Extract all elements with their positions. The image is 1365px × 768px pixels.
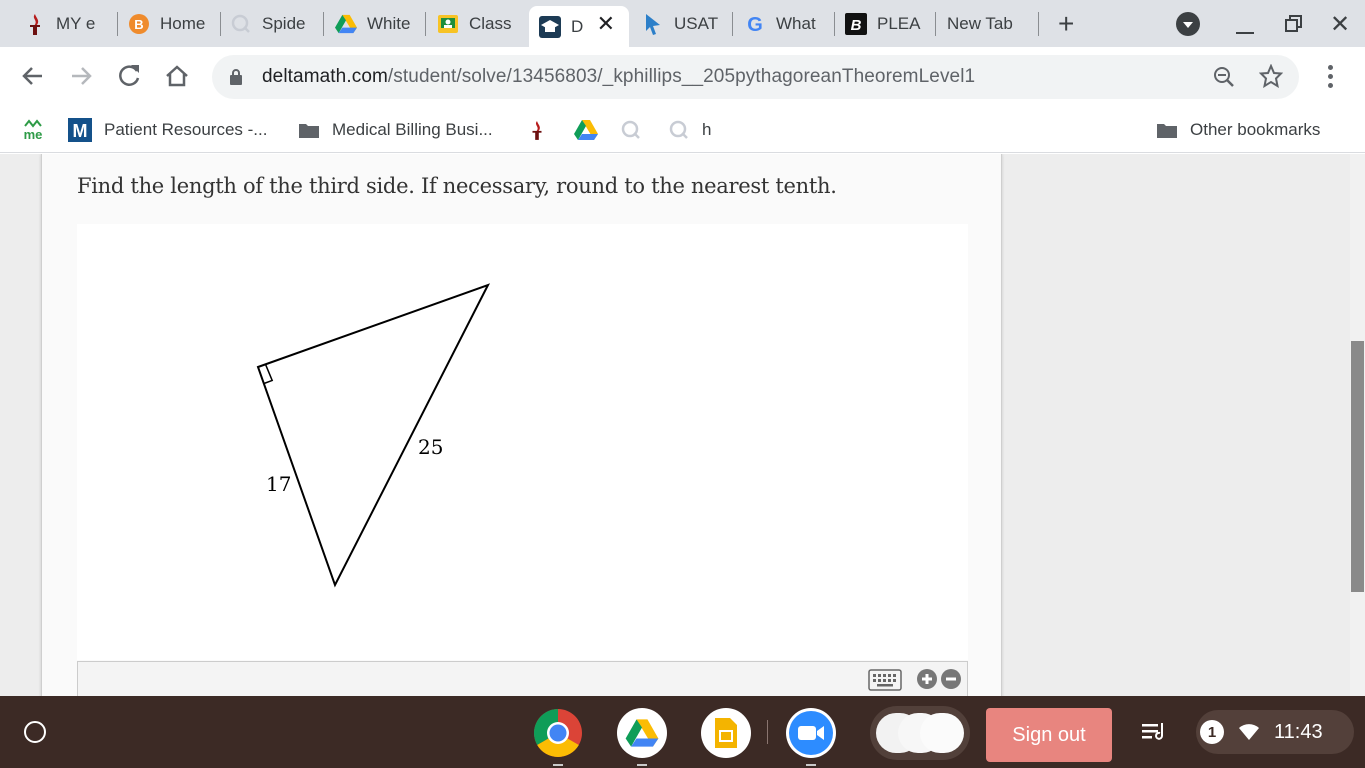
back-icon[interactable] <box>20 63 46 94</box>
other-bookmarks[interactable]: Other bookmarks <box>1156 115 1320 145</box>
scrollbar[interactable] <box>1350 154 1365 696</box>
lock-icon[interactable] <box>229 68 243 91</box>
bookmark-me[interactable]: me <box>20 115 58 145</box>
classroom-icon <box>437 13 459 35</box>
bookmark-h[interactable]: h <box>668 115 711 145</box>
b-icon: B <box>845 13 867 35</box>
bookmarks-bar: me M Patient Resources -... Medical Bill… <box>0 107 1365 153</box>
svg-text:B: B <box>134 17 143 32</box>
bookmark-patient-resources[interactable]: M Patient Resources -... <box>68 115 267 145</box>
drive-app-icon[interactable] <box>617 708 667 766</box>
q-icon <box>230 13 252 35</box>
drive-icon <box>574 119 598 141</box>
status-tray[interactable]: 1 11:43 <box>1196 710 1354 754</box>
cursor-icon <box>642 13 664 35</box>
close-tab-icon[interactable]: ✕ <box>597 11 615 37</box>
svg-text:G: G <box>747 14 763 35</box>
torch-icon <box>528 118 546 142</box>
tab-deltamath[interactable]: D ✕ <box>529 6 629 47</box>
folder-icon <box>1156 121 1178 139</box>
tab-class[interactable]: Class <box>437 6 523 42</box>
keyboard-icon[interactable] <box>868 669 902 696</box>
bitcoin-icon: B <box>128 13 150 35</box>
url-text[interactable]: deltamath.com/student/solve/13456803/_kp… <box>262 66 975 88</box>
minimize-icon[interactable] <box>1236 32 1254 34</box>
slides-app-icon[interactable] <box>701 708 751 758</box>
folder-icon <box>298 121 320 139</box>
omnibox[interactable]: deltamath.com/student/solve/13456803/_kp… <box>212 55 1299 99</box>
window-preview-thumbnails[interactable] <box>870 706 970 760</box>
deltamath-icon <box>539 15 561 38</box>
answer-input[interactable] <box>77 661 968 696</box>
svg-text:B: B <box>851 17 862 34</box>
zoom-out-icon[interactable] <box>940 668 962 695</box>
bookmark-medical-billing[interactable]: Medical Billing Busi... <box>298 115 493 145</box>
triangle-diagram: 17 25 <box>77 224 968 660</box>
svg-text:me: me <box>24 127 43 142</box>
triangle-svg: 17 25 <box>256 283 491 588</box>
tab-new-tab[interactable]: New Tab <box>947 6 1033 42</box>
m-icon: M <box>68 118 92 142</box>
bookmark-q[interactable] <box>620 115 654 145</box>
home-icon[interactable] <box>164 63 190 94</box>
tab-my-e[interactable]: MY e <box>24 6 114 42</box>
tote-icon[interactable] <box>1141 720 1167 749</box>
svg-text:M: M <box>73 121 88 141</box>
hypotenuse-label: 25 <box>418 435 443 459</box>
zoom-app-icon[interactable] <box>786 708 836 766</box>
tab-white[interactable]: White <box>335 6 421 42</box>
right-angle-marker <box>263 364 274 385</box>
forward-icon[interactable] <box>68 63 94 94</box>
torch-icon <box>24 13 46 35</box>
q-icon <box>668 119 690 141</box>
scrollbar-thumb[interactable] <box>1351 341 1364 592</box>
reload-icon[interactable] <box>116 63 142 94</box>
page-content: Find the length of the third side. If ne… <box>0 154 1365 696</box>
me-icon: me <box>20 118 46 142</box>
toolbar: deltamath.com/student/solve/13456803/_kp… <box>0 47 1365 107</box>
shelf: Sign out 1 11:43 <box>0 696 1365 768</box>
bookmark-torch[interactable] <box>528 115 558 145</box>
tab-search-icon[interactable] <box>1176 12 1200 36</box>
restore-icon[interactable] <box>1284 14 1304 39</box>
tab-what[interactable]: G What <box>744 6 830 42</box>
google-icon: G <box>744 13 766 35</box>
wifi-icon <box>1238 723 1260 741</box>
bookmark-drive[interactable] <box>574 115 610 145</box>
chrome-app-icon[interactable] <box>533 708 583 766</box>
triangle-shape <box>256 283 491 588</box>
tab-plea[interactable]: B PLEA <box>845 6 931 42</box>
drive-icon <box>335 13 357 35</box>
star-icon[interactable] <box>1258 63 1284 93</box>
problem-prompt: Find the length of the third side. If ne… <box>77 174 837 198</box>
launcher-icon[interactable] <box>24 721 46 743</box>
notification-badge[interactable]: 1 <box>1200 720 1224 744</box>
problem-card: Find the length of the third side. If ne… <box>41 154 1002 696</box>
zoom-in-icon[interactable] <box>916 668 938 695</box>
menu-icon[interactable] <box>1328 65 1334 88</box>
sign-out-button[interactable]: Sign out <box>986 708 1112 762</box>
tab-usat[interactable]: USAT <box>642 6 728 42</box>
close-window-icon[interactable]: ✕ <box>1330 10 1350 39</box>
tab-strip: MY e B Home Spide White Class D ✕ USAT G… <box>0 0 1365 47</box>
q-icon <box>620 119 642 141</box>
zoom-icon[interactable] <box>1212 65 1236 94</box>
tab-home[interactable]: B Home <box>128 6 216 42</box>
new-tab-plus-icon[interactable]: + <box>1058 8 1074 40</box>
tab-spider[interactable]: Spide <box>230 6 318 42</box>
clock: 11:43 <box>1274 720 1323 743</box>
side-a-label: 17 <box>266 472 291 496</box>
